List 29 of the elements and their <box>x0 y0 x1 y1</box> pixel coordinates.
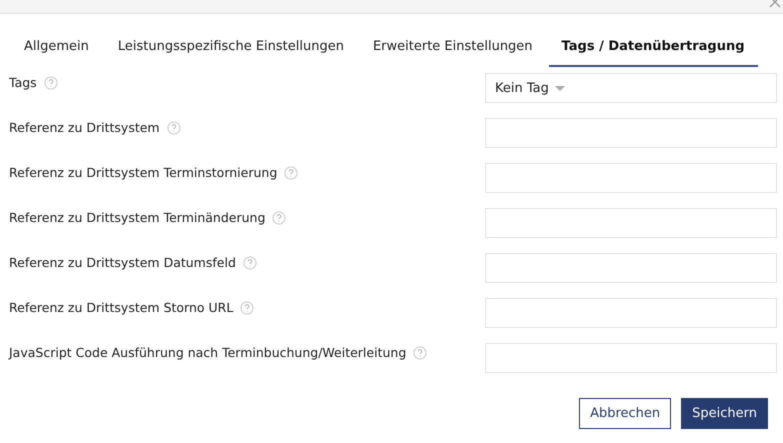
input-field[interactable] <box>485 208 777 238</box>
help-icon[interactable] <box>242 256 257 270</box>
input-field[interactable] <box>485 253 777 283</box>
field-label: Referenz zu Drittsystem <box>9 120 160 135</box>
help-icon[interactable] <box>272 210 286 224</box>
field-label: Referenz zu Drittsystem Storno URL <box>9 300 234 315</box>
tab[interactable]: Erweiterte Einstellungen <box>360 39 546 67</box>
field-label: Tags <box>9 75 37 90</box>
field-label: Referenz zu Drittsystem Terminänderung <box>9 210 266 225</box>
select-value: Kein Tag <box>495 80 549 96</box>
help-icon[interactable] <box>240 300 254 314</box>
help-icon[interactable] <box>284 166 298 180</box>
field-label: Referenz zu Drittsystem Datumsfeld <box>9 255 236 270</box>
field-label: Referenz zu Drittsystem Terminstornierung <box>9 165 278 180</box>
save-button[interactable]: Speichern <box>681 398 768 429</box>
help-icon[interactable] <box>166 120 181 134</box>
help-icon[interactable] <box>44 76 58 90</box>
tab[interactable]: Allgemein <box>11 39 102 67</box>
tab[interactable]: Tags / Datenübertragung <box>548 39 758 67</box>
input-field[interactable] <box>485 118 777 148</box>
help-icon[interactable] <box>413 346 428 360</box>
input-field[interactable] <box>485 298 777 328</box>
caret-icon <box>554 86 565 90</box>
field-label: JavaScript Code Ausführung nach Terminbuchung/Weiterleitung <box>9 345 406 360</box>
input-field[interactable] <box>485 163 777 193</box>
cancel-button[interactable]: Abbrechen <box>579 398 672 429</box>
tag-select[interactable]: Kein Tag <box>485 73 777 103</box>
input-field[interactable] <box>485 343 777 373</box>
tab[interactable]: Leistungsspezifische Einstellungen <box>104 39 357 67</box>
